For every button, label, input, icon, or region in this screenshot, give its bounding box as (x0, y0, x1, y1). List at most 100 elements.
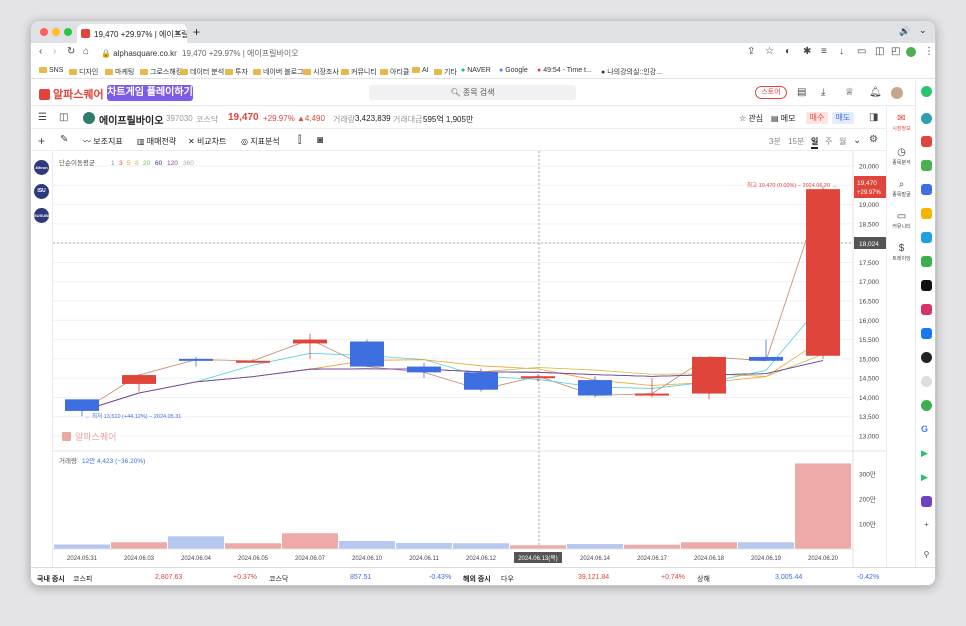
period-day[interactable]: 일 (811, 136, 819, 149)
sidebar-stock-analysis[interactable]: ◷ 종목분석 (887, 147, 916, 166)
candle-body[interactable] (122, 375, 156, 384)
candle-body[interactable] (293, 339, 327, 344)
strategy-button[interactable]: ▥ 매매전략 (137, 136, 176, 147)
download-app-icon[interactable]: ⤓ (821, 88, 825, 98)
instagram-icon[interactable] (921, 304, 932, 315)
candle-body[interactable] (179, 358, 213, 361)
puzzle-icon[interactable]: ✱ (803, 47, 811, 57)
stock-name[interactable]: 에이프릴바이오 (99, 112, 163, 127)
bookmark-community[interactable]: 커뮤니티 (341, 67, 377, 77)
play-icon[interactable]: ▶ (921, 448, 932, 459)
bookmark-ai[interactable]: AI (412, 67, 429, 74)
camera-icon[interactable]: ◙ (317, 136, 323, 146)
more-icon[interactable]: + (921, 520, 932, 531)
related-stock-badge[interactable]: ISU (34, 184, 49, 199)
period-15min[interactable]: 15분 (788, 136, 804, 147)
extension-icon[interactable]: ◐ (785, 47, 791, 57)
candle-type-icon[interactable]: ⫿ (298, 136, 301, 146)
candle-body[interactable] (749, 356, 783, 361)
close-window-button[interactable] (40, 28, 48, 36)
sidebar-community[interactable]: ▭ 커뮤니티 (887, 211, 916, 230)
related-stock-badge[interactable]: 4thrun (34, 160, 49, 175)
google-app-icon[interactable]: G (921, 424, 932, 435)
bookmark-etc[interactable]: 기타 (434, 67, 457, 77)
settings-icon[interactable]: ⚙ (869, 135, 878, 145)
url-field[interactable]: 🔒 alphasquare.co.kr 19,470 +29.97% | 에이프… (101, 46, 701, 59)
grammarly-icon[interactable] (921, 400, 932, 411)
candle-body[interactable] (464, 372, 498, 390)
sidebar-market-info[interactable]: ✉ 시장정보 (887, 113, 916, 132)
compare-button[interactable]: ✕ 비교차트 (188, 136, 226, 147)
zoom-window-button[interactable] (64, 28, 72, 36)
panel-toggle-icon[interactable]: ◨ (869, 113, 878, 123)
speaker-icon[interactable]: 🔊 (899, 26, 910, 37)
bookmark-blog[interactable]: 네이버 블로그 (253, 67, 304, 77)
green-app-icon[interactable] (921, 86, 932, 97)
bookmark-data[interactable]: 데이터 분석 (180, 67, 224, 77)
candle-body[interactable] (635, 393, 669, 396)
user-avatar[interactable] (891, 87, 903, 99)
candle-body[interactable] (806, 189, 840, 356)
watch-button[interactable]: ☆ 관심 (739, 113, 763, 124)
star-app-icon[interactable] (921, 208, 932, 219)
price-chart[interactable]: 단순이동평균 1 3 5 8 20 60 120 360 최고 19,470 (0.00%) … (53, 151, 886, 567)
browser-tab[interactable]: 19,470 +29.97% | 에이프릴바이 ✕ (77, 24, 187, 43)
facebook-icon[interactable] (921, 328, 932, 339)
candle-body[interactable] (350, 341, 384, 367)
bell-icon[interactable]: 🔔︎ (869, 88, 882, 98)
github-icon[interactable] (921, 376, 932, 387)
sidebar-trading[interactable]: $ 트레이딩 (887, 243, 916, 262)
reader-icon[interactable]: ◰ (891, 47, 900, 57)
bookmark-timer[interactable]: ● 49:54 - Time t... (537, 67, 592, 74)
candle-body[interactable] (65, 399, 99, 411)
bookmark-marketing[interactable]: 마케팅 (105, 67, 134, 77)
analysis-button[interactable]: ◎ 지표분석 (241, 136, 280, 147)
bookmark-naver[interactable]: ● NAVER (461, 67, 491, 74)
hamburger-icon[interactable]: ☰ (38, 113, 47, 123)
profile-avatar[interactable] (906, 47, 916, 57)
menu-icon[interactable]: ⋮ (924, 47, 934, 57)
indicator-button[interactable]: 〰 보조지표 (83, 136, 123, 147)
bookmark-growth[interactable]: 그로스해킹 (140, 67, 182, 77)
candle-body[interactable] (521, 376, 555, 379)
chatgpt-app-icon[interactable] (921, 232, 932, 243)
period-month[interactable]: 월 (839, 136, 846, 147)
layout-icon[interactable]: ◫ (59, 113, 68, 123)
play-icon[interactable]: ▶ (921, 472, 932, 483)
period-week[interactable]: 주 (825, 136, 832, 147)
calendar-icon[interactable] (921, 184, 932, 195)
sidebar-stock-discovery[interactable]: ⌕ 종목발굴 (887, 179, 916, 198)
close-tab-icon[interactable]: ✕ (174, 28, 182, 39)
sidebar-toggle-icon[interactable]: ◫ (875, 47, 884, 57)
chevron-down-icon[interactable]: ⌄ (919, 25, 927, 36)
tiktok-icon[interactable] (921, 280, 932, 291)
home-icon[interactable]: ⌂ (83, 47, 89, 57)
screenshot-icon[interactable]: ▭ (857, 47, 866, 57)
threads-icon[interactable] (921, 352, 932, 363)
pen-icon[interactable]: ✎ (60, 135, 68, 145)
candle-body[interactable] (578, 380, 612, 396)
portfolio-icon[interactable]: ▤ (797, 88, 806, 98)
pocket-icon[interactable] (921, 136, 932, 147)
bookmark-article[interactable]: 아티클 (380, 67, 409, 77)
trophy-icon[interactable]: ♕ (845, 88, 854, 98)
ext-app-icon[interactable] (921, 113, 932, 124)
new-tab-icon[interactable]: + (193, 25, 200, 39)
bookmark-invest[interactable]: 투자 (225, 67, 248, 77)
candle-body[interactable] (236, 360, 270, 363)
memo-button[interactable]: ▤ 메모 (771, 113, 796, 124)
sell-button[interactable]: 매도 (832, 112, 854, 124)
candle-body[interactable] (692, 356, 726, 394)
store-button[interactable]: 스토어 (755, 86, 787, 99)
chevron-down-icon[interactable]: ⌄ (853, 136, 861, 146)
reload-icon[interactable]: ↻ (67, 47, 75, 57)
app-logo[interactable]: 알파스퀘어 (39, 86, 104, 102)
evernote-icon[interactable] (921, 256, 932, 267)
period-3min[interactable]: 3분 (769, 136, 781, 147)
chart-game-button[interactable]: 차트게임 플레이하기 (107, 85, 193, 101)
star-icon[interactable]: ☆ (765, 47, 774, 57)
bookmark-design[interactable]: 디자인 (69, 67, 98, 77)
pin-icon[interactable]: ⚲ (921, 550, 932, 561)
related-stock-badge[interactable]: SUSUBIO (34, 208, 52, 223)
search-input[interactable]: 🔍︎ 종목 검색 (369, 85, 576, 100)
